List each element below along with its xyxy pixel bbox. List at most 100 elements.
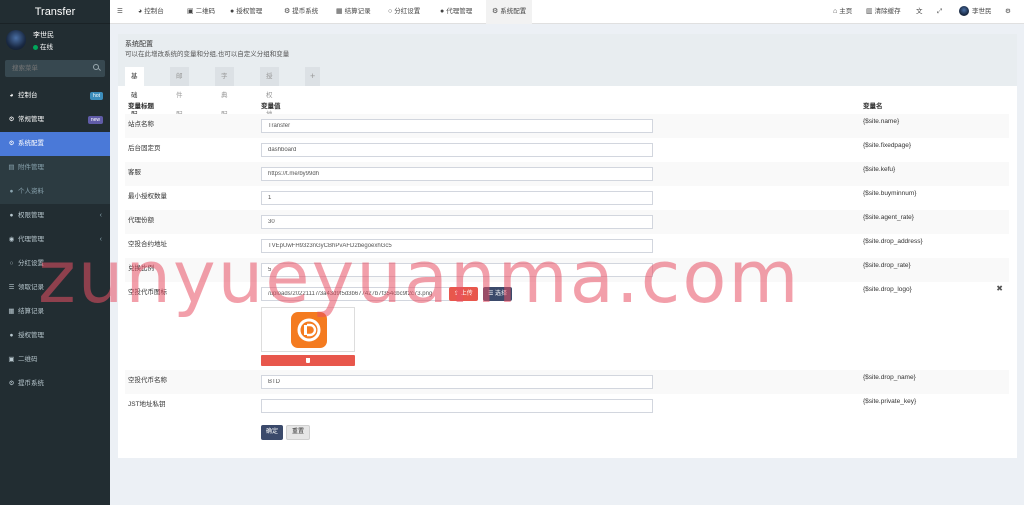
trash-icon: ▥	[866, 8, 873, 15]
tab-withdraw[interactable]: ⚙ 提币系统	[284, 0, 318, 24]
row-title: 客服	[128, 169, 141, 176]
row-var-name: {$site.buyminnum}	[863, 190, 917, 197]
clear-cache-button[interactable]: ▥ 清除缓存	[866, 0, 901, 24]
qrcode-icon: ▣	[8, 356, 15, 363]
new-badge: new	[87, 116, 103, 124]
row-title: 空投代币名称	[128, 377, 167, 384]
page-subtitle: 可以在此增改系统的变量和分组,也可以自定义分组和变量	[125, 51, 290, 58]
settings-gear-icon[interactable]: ⚙	[1005, 0, 1011, 24]
upload-button[interactable]: ⇪ 上传	[449, 287, 478, 301]
sidebar-item-claims[interactable]: ☰ 领取记录	[0, 276, 110, 300]
delete-image-button[interactable]	[261, 355, 355, 366]
user-circle-icon: ◉	[8, 236, 15, 243]
row-title: 空投合约地址	[128, 241, 167, 248]
sidebar-item-system-config[interactable]: ⚙ 系统配置	[0, 132, 110, 156]
sidebar-menu: ◕ 控制台 hot ⚙ 常规管理 new ⚙ 系统配置 ▤ 附件管理 ● 个人资料 ● 权限…	[0, 84, 110, 396]
choose-button[interactable]: ☰ 选择	[483, 287, 513, 301]
sidebar-item-dividend[interactable]: ○ 分红设置	[0, 252, 110, 276]
tab-settlements[interactable]: ▦ 结算记录	[336, 0, 371, 24]
tab-qrcode[interactable]: ▣ 二维码	[187, 0, 215, 24]
site-name-input[interactable]	[261, 119, 653, 133]
row-title: 最小授权数量	[128, 193, 167, 200]
table-icon: ▦	[8, 308, 15, 315]
fullscreen-icon[interactable]: ⤢	[937, 0, 942, 24]
panel-header: 系统配置 可以在此增改系统的变量和分组,也可以自定义分组和变量 基础配置 邮件配…	[118, 34, 1017, 137]
circle-icon: ○	[9, 260, 14, 267]
close-icon[interactable]: ✖	[996, 284, 1003, 293]
sidebar-item-profile[interactable]: ● 个人资料	[0, 180, 110, 204]
tab-dividend[interactable]: ○ 分红设置	[388, 0, 420, 24]
tab-auth-address[interactable]: 授权地址	[260, 67, 279, 137]
tab-email[interactable]: 邮件配置	[170, 67, 189, 137]
avatar	[959, 5, 969, 16]
dashboard-icon: ◕	[138, 8, 143, 15]
list-icon: ☰	[488, 291, 496, 297]
sidebar-item-attachments[interactable]: ▤ 附件管理	[0, 156, 110, 180]
table-row: 兑换比例 {$site.drop_rate}	[125, 258, 1009, 282]
tab-authorizations[interactable]: ● 授权管理	[230, 0, 262, 24]
sidebar-item-general[interactable]: ⚙ 常规管理 new	[0, 108, 110, 132]
col-name-header: 变量名	[863, 103, 883, 110]
add-tab-button[interactable]: +	[305, 67, 321, 86]
dashboard-icon: ◕	[9, 92, 14, 99]
top-nav: ☰ ◕ 控制台 ▣ 二维码 ● 授权管理 ⚙ 提币系统 ▦ 结算记录 ○ 分红设置 ● 代理管…	[110, 0, 1024, 24]
sidebar-item-authorizations[interactable]: ● 授权管理	[0, 324, 110, 348]
circle-icon: ○	[388, 8, 393, 15]
config-panel: 系统配置 可以在此增改系统的变量和分组,也可以自定义分组和变量 基础配置 邮件配…	[118, 34, 1017, 458]
cogs-icon: ⚙	[8, 116, 15, 123]
language-icon[interactable]: 文	[916, 0, 923, 24]
drop-rate-input[interactable]	[261, 263, 653, 277]
row-var-name: {$site.drop_logo}	[863, 286, 912, 293]
kefu-input[interactable]	[261, 167, 653, 181]
buy-min-num-input[interactable]	[261, 191, 653, 205]
row-title: 站点名称	[128, 121, 154, 128]
confirm-button[interactable]: 确定	[261, 425, 284, 440]
user-panel: 李世民 在线	[0, 24, 110, 56]
table-row: 站点名称 {$site.name}	[125, 114, 1009, 138]
online-dot-icon	[33, 44, 38, 50]
row-var-name: {$site.drop_name}	[863, 374, 916, 381]
brand-logo[interactable]: Transfer	[0, 0, 110, 24]
upload-icon: ⇪	[454, 291, 461, 297]
agent-rate-input[interactable]	[261, 215, 653, 229]
row-var-name: {$site.fixedpage}	[863, 142, 912, 149]
user-icon: ●	[9, 188, 14, 195]
tab-dictionary[interactable]: 字典配置	[215, 67, 234, 137]
row-title: 后台固定页	[128, 145, 161, 152]
search-icon[interactable]	[93, 64, 99, 70]
user-menu[interactable]: 李世民	[959, 0, 992, 24]
sidebar: Transfer 李世民 在线 ◕控制台 hot ⚙常规管理 new ⚙系统配置…	[0, 0, 110, 505]
tab-dashboard[interactable]: ◕ 控制台	[138, 0, 164, 24]
trash-icon	[306, 358, 310, 363]
table-header: 变量标题 变量值 变量名	[125, 98, 1009, 110]
drop-name-input[interactable]	[261, 375, 653, 389]
cog-icon: ⚙	[492, 8, 499, 15]
reset-button[interactable]: 重置	[286, 425, 311, 440]
sidebar-item-agents[interactable]: ◉ 代理管理 ‹	[0, 228, 110, 252]
table-icon: ▦	[336, 8, 343, 15]
tab-system-config[interactable]: ⚙ 系统配置	[486, 0, 533, 24]
sidebar-item-qrcode[interactable]: ▣ 二维码	[0, 348, 110, 372]
sidebar-item-withdraw[interactable]: ⚙ 提币系统	[0, 372, 110, 396]
menu-toggle-icon[interactable]: ☰	[117, 0, 123, 24]
table-row: 空投代币图标 ⇪ 上传 ☰ 选择 {$site.drop_logo}	[125, 282, 1009, 370]
row-var-name: {$site.agent_rate}	[863, 214, 914, 221]
sidebar-item-permissions[interactable]: ● 权限管理 ‹	[0, 204, 110, 228]
row-var-name: {$site.drop_address}	[863, 238, 923, 245]
tab-basic[interactable]: 基础配置	[125, 67, 144, 137]
chevron-left-icon: ‹	[99, 236, 102, 243]
tab-agents[interactable]: ● 代理管理	[440, 0, 472, 24]
private-key-input[interactable]	[261, 399, 653, 413]
home-link[interactable]: ⌂ 主页	[833, 0, 852, 24]
sidebar-item-settlements[interactable]: ▦ 结算记录	[0, 300, 110, 324]
row-var-name: {$site.name}	[863, 118, 900, 125]
table-row: 代理份额 {$site.agent_rate}	[125, 210, 1009, 234]
fixed-page-input[interactable]	[261, 143, 653, 157]
drop-logo-input[interactable]	[261, 287, 451, 301]
drop-address-input[interactable]	[261, 239, 653, 253]
sidebar-search	[5, 60, 105, 77]
table-row: 空投合约地址 {$site.drop_address}	[125, 234, 1009, 258]
sidebar-item-dashboard[interactable]: ◕ 控制台 hot	[0, 84, 110, 108]
search-input[interactable]	[5, 60, 85, 77]
table-row: JST地址私钥 {$site.private_key}	[125, 394, 1009, 418]
